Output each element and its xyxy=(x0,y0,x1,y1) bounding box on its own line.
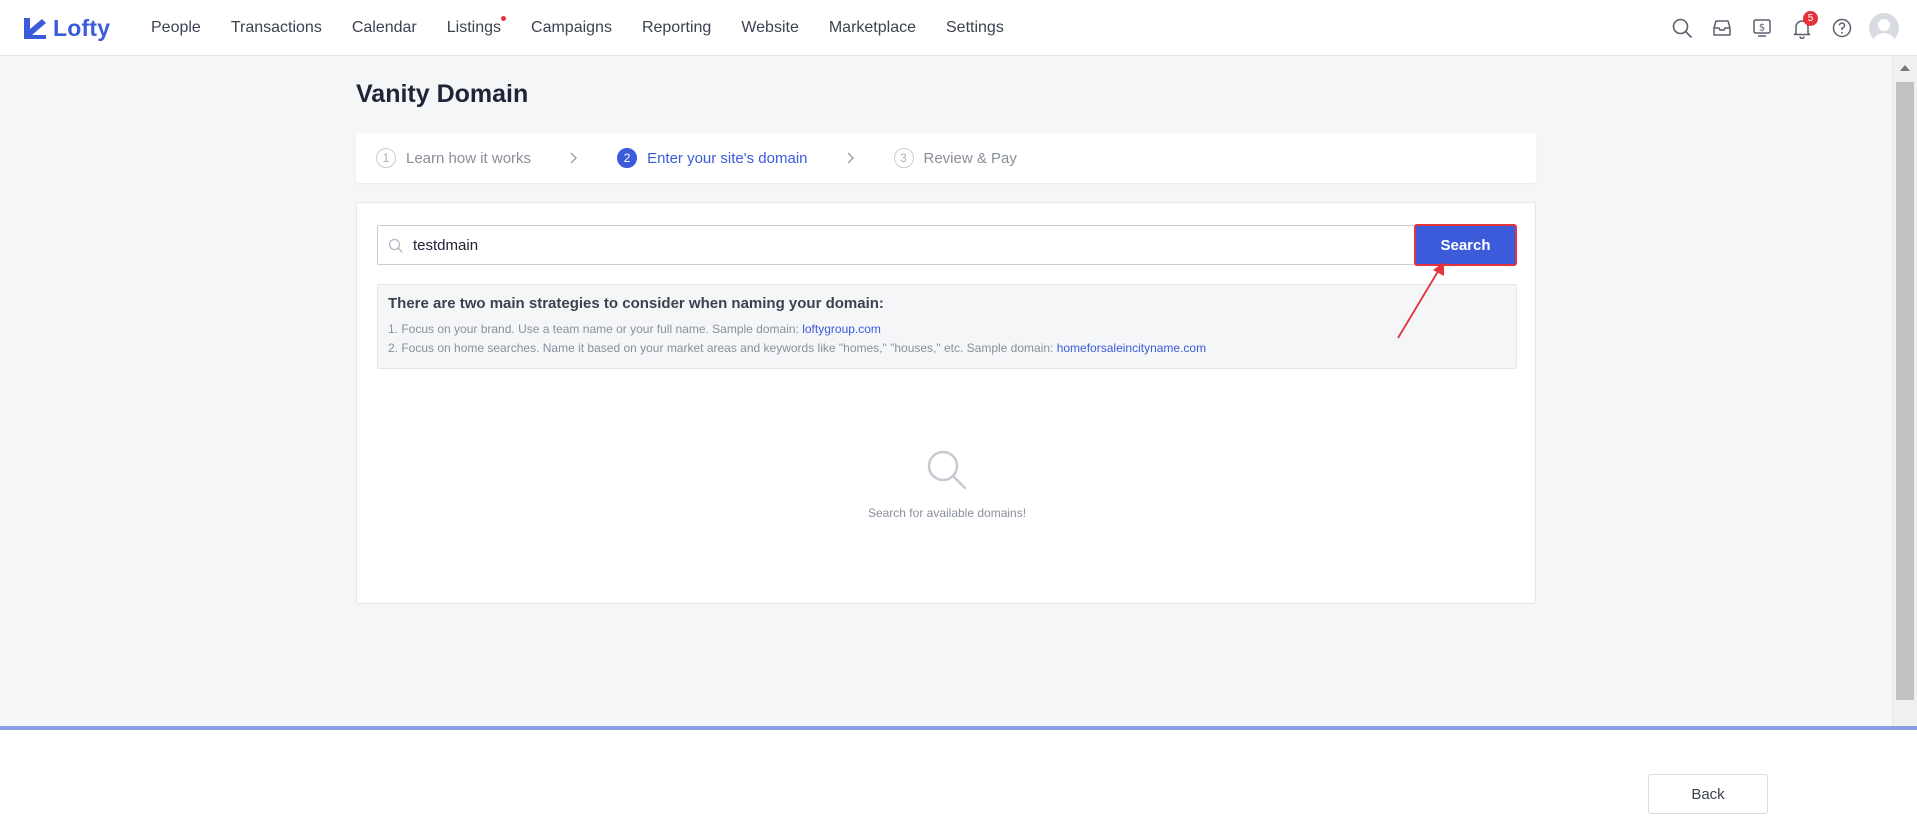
page-scrollbar[interactable] xyxy=(1892,56,1917,726)
nav-listings[interactable]: Listings xyxy=(446,16,507,37)
user-avatar-icon xyxy=(1873,19,1895,43)
nav-marketplace[interactable]: Marketplace xyxy=(829,19,916,37)
nav-transactions[interactable]: Transactions xyxy=(231,19,322,37)
tip-brand: 1. Focus on your brand. Use a team name … xyxy=(388,320,1506,339)
search-icon xyxy=(388,238,403,253)
nav-people[interactable]: People xyxy=(151,19,201,37)
top-navigation-bar: Lofty People Transactions Calendar Listi… xyxy=(0,0,1917,56)
step-number: 2 xyxy=(617,148,638,168)
magnifier-empty-icon xyxy=(927,450,967,490)
domain-search-box xyxy=(377,225,1414,265)
step-enter-domain[interactable]: 2 Enter your site's domain xyxy=(617,148,808,168)
step-review-pay[interactable]: 3 Review & Pay xyxy=(893,148,1017,168)
help-icon[interactable] xyxy=(1829,15,1855,41)
main-nav: People Transactions Calendar Listings Ca… xyxy=(151,0,1034,56)
nav-settings[interactable]: Settings xyxy=(946,19,1004,37)
inbox-icon[interactable] xyxy=(1709,15,1735,41)
bell-icon[interactable]: 5 xyxy=(1789,11,1818,41)
lofty-logo-icon xyxy=(24,18,46,39)
nav-website[interactable]: Website xyxy=(741,19,799,37)
step-label: Enter your site's domain xyxy=(647,149,808,167)
search-button[interactable]: Search xyxy=(1414,224,1517,266)
scroll-thumb[interactable] xyxy=(1896,82,1914,700)
step-label: Review & Pay xyxy=(923,149,1017,167)
domain-search-card: Search There are two main strategies to … xyxy=(356,202,1536,604)
page-title: Vanity Domain xyxy=(356,80,529,108)
nav-listings-label: Listings xyxy=(446,19,502,36)
nav-icon-group: $ 5 xyxy=(1655,0,1917,56)
back-button[interactable]: Back xyxy=(1648,774,1768,814)
tip-home-searches: 2. Focus on home searches. Name it based… xyxy=(388,339,1506,358)
footer-action-bar: Back xyxy=(0,726,1917,830)
sample-domain-link-brand[interactable]: loftygroup.com xyxy=(802,322,881,336)
nav-calendar[interactable]: Calendar xyxy=(352,19,417,37)
step-number: 3 xyxy=(893,148,914,168)
lofty-logo[interactable]: Lofty xyxy=(22,13,110,43)
domain-search-row: Search xyxy=(377,224,1517,266)
scroll-up-arrow-icon[interactable] xyxy=(1900,65,1910,71)
step-number: 1 xyxy=(376,148,396,168)
domain-naming-tips: There are two main strategies to conside… xyxy=(377,284,1517,369)
chevron-right-icon xyxy=(569,151,579,165)
billing-icon[interactable]: $ xyxy=(1749,15,1775,41)
search-icon[interactable] xyxy=(1669,15,1695,41)
svg-text:$: $ xyxy=(1759,23,1765,34)
empty-state: Search for available domains! xyxy=(357,448,1537,520)
listings-notification-dot xyxy=(501,16,507,21)
chevron-right-icon xyxy=(846,151,856,165)
sample-domain-link-home[interactable]: homeforsaleincityname.com xyxy=(1057,341,1206,355)
domain-search-input[interactable] xyxy=(413,236,1414,254)
tip-home-searches-text: 2. Focus on home searches. Name it based… xyxy=(388,341,1057,355)
step-progress: 1 Learn how it works 2 Enter your site's… xyxy=(356,133,1536,183)
logo-text: Lofty xyxy=(53,14,111,41)
step-learn[interactable]: 1 Learn how it works xyxy=(376,148,531,168)
tip-brand-text: 1. Focus on your brand. Use a team name … xyxy=(388,322,803,336)
empty-state-text: Search for available domains! xyxy=(867,506,1027,520)
notification-count-badge: 5 xyxy=(1803,11,1818,26)
avatar[interactable] xyxy=(1869,13,1899,43)
nav-campaigns[interactable]: Campaigns xyxy=(531,19,612,37)
step-label: Learn how it works xyxy=(406,149,532,167)
nav-reporting[interactable]: Reporting xyxy=(642,19,711,37)
tips-title: There are two main strategies to conside… xyxy=(388,295,884,312)
